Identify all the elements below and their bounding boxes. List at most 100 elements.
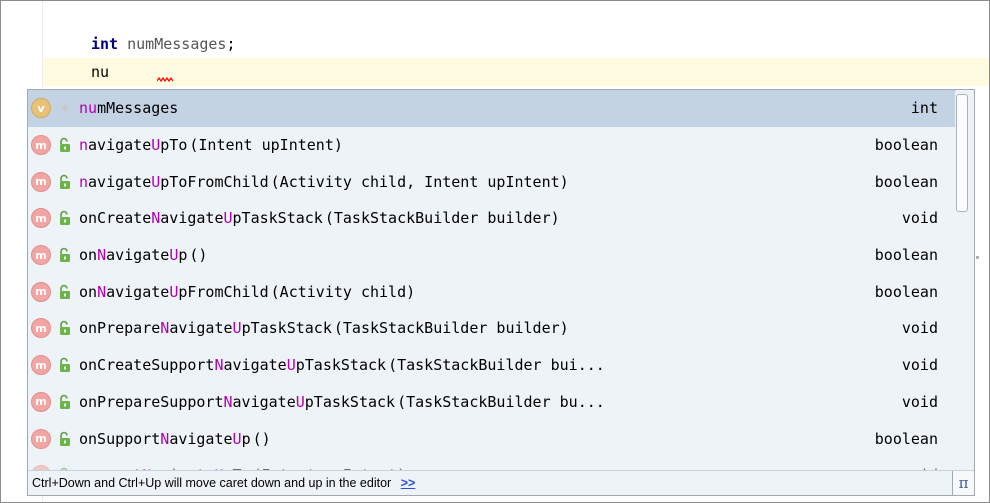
completion-item-params: () [252, 429, 271, 448]
footer-hint: Ctrl+Down and Ctrl+Up will move caret do… [32, 476, 392, 490]
name-part: p [241, 429, 251, 448]
completion-item-type: boolean [874, 282, 938, 301]
method-icon: m [31, 208, 51, 229]
name-part: mMessages [97, 99, 179, 118]
popup-scrollbar[interactable] [955, 92, 969, 467]
footer-more-link[interactable]: >> [401, 476, 416, 490]
completion-item-type: void [901, 209, 938, 228]
match-highlight: N [160, 319, 170, 338]
name-part: on [79, 246, 98, 265]
match-highlight: N [160, 429, 170, 448]
completion-item[interactable]: m onPrepareNavigateUpTaskStack (TaskStack… [28, 310, 956, 347]
name-part: avigate [88, 172, 152, 191]
completion-item-params: (TaskStackBuilder bu... [397, 392, 605, 411]
unlocked-visibility-icon [55, 208, 75, 228]
method-icon: m [31, 281, 51, 302]
match-highlight: U [223, 209, 233, 228]
match-highlight: n [79, 172, 89, 191]
name-part: pTaskStack [232, 209, 323, 228]
method-icon: m [31, 391, 51, 412]
name-part: pTaskStack [295, 356, 387, 375]
method-icon: m [31, 245, 51, 266]
completion-item-name: onCreateNavigateUpTaskStack [79, 209, 323, 227]
variable-icon: v [31, 98, 51, 119]
method-icon: m [31, 428, 51, 449]
completion-item-name: onNavigateUpFromChild [79, 283, 269, 301]
completion-item[interactable]: m onCreateSupportNavigateUpTaskStack (Tas… [28, 347, 956, 384]
name-part: avigate [169, 319, 233, 338]
field-dot-icon [55, 98, 75, 118]
completion-item[interactable]: m onSupportNavigateUp () boolean [28, 420, 956, 457]
name-part: avigate [106, 282, 170, 301]
name-part: onPrepareSupport [79, 392, 224, 411]
name-part: onSupport [79, 429, 161, 448]
method-icon: m [31, 135, 51, 156]
unlocked-visibility-icon [55, 135, 75, 155]
unlocked-visibility-icon [55, 318, 75, 338]
unlocked-visibility-icon [55, 172, 75, 192]
completion-item[interactable]: m onNavigateUp () boolean [28, 237, 956, 274]
unlocked-visibility-icon [55, 282, 75, 302]
name-part: on [79, 282, 98, 301]
statement-terminator: ; [226, 35, 236, 53]
completion-item[interactable]: m navigateUpToFromChild (Activity child, … [28, 163, 956, 200]
error-squiggle-icon [157, 77, 173, 83]
name-part: pToFromChild [160, 172, 269, 191]
name-part: p [178, 246, 188, 265]
match-highlight: n [79, 136, 89, 155]
completion-item-name: numMessages [79, 99, 178, 117]
match-highlight: N [214, 356, 224, 375]
completion-item[interactable]: msupportNavigateUpTo (Intent upIntent)vo… [28, 457, 956, 470]
match-highlight: U [232, 319, 242, 338]
name-part: pTo [160, 136, 188, 155]
completion-item-type: boolean [874, 429, 938, 448]
match-highlight: U [151, 172, 161, 191]
name-part: onCreate [79, 209, 152, 228]
editor-window: int numMessages; nu v numMessages int m navi… [0, 0, 990, 503]
match-highlight: U [232, 429, 242, 448]
field-identifier: numMessages [127, 35, 227, 53]
code-line-current[interactable]: nu [43, 58, 989, 86]
match-highlight: U [286, 356, 296, 375]
completion-item-name: onPrepareNavigateUpTaskStack [79, 319, 332, 337]
completion-item-params: (Activity child, Intent upIntent) [270, 172, 569, 191]
unlocked-visibility-icon [55, 392, 75, 412]
completion-item-type: void [901, 356, 938, 375]
code-line-declaration[interactable]: int numMessages; [43, 30, 989, 58]
name-part: onPrepare [79, 319, 161, 338]
completion-popup: v numMessages int m navigateUpTo (Intent upI… [27, 89, 975, 496]
match-highlight: nu [79, 99, 98, 118]
completion-item[interactable]: v numMessages int [28, 90, 956, 127]
completion-item-name: onCreateSupportNavigateUpTaskStack [79, 356, 386, 374]
type-keyword: int [91, 35, 119, 53]
match-highlight: N [151, 209, 161, 228]
completion-item[interactable]: m onCreateNavigateUpTaskStack (TaskStackB… [28, 200, 956, 237]
match-highlight: U [169, 282, 179, 301]
completion-item-params: (TaskStackBuilder bui... [388, 356, 605, 375]
editor-edge-marker [976, 256, 979, 259]
completion-item[interactable]: m onNavigateUpFromChild (Activity child) b… [28, 273, 956, 310]
completion-item-type: int [910, 99, 938, 118]
unlocked-visibility-icon [55, 245, 75, 265]
pi-icon[interactable]: π [952, 471, 974, 495]
name-part: onCreateSupport [79, 356, 215, 375]
completion-item-params: (Intent upIntent) [189, 136, 343, 155]
name-part: avigate [106, 246, 170, 265]
completion-item[interactable]: m navigateUpTo (Intent upIntent) boolean [28, 127, 956, 164]
completion-item-type: boolean [874, 172, 938, 191]
match-highlight: N [97, 246, 107, 265]
completion-list: v numMessages int m navigateUpTo (Intent upI… [28, 90, 956, 470]
completion-item[interactable]: m onPrepareSupportNavigateUpTaskStack (Ta… [28, 384, 956, 421]
match-highlight: N [223, 392, 233, 411]
completion-item-name: navigateUpTo [79, 136, 187, 154]
completion-item-type: boolean [874, 136, 938, 155]
name-part: pTaskStack [241, 319, 332, 338]
completion-item-name: onSupportNavigateUp [79, 430, 251, 448]
name-part: avigate [169, 429, 233, 448]
name-part: avigate [160, 209, 224, 228]
name-part: pTaskStack [304, 392, 396, 411]
scrollbar-thumb[interactable] [956, 94, 968, 212]
unlocked-visibility-icon [55, 355, 75, 375]
completion-item-type: boolean [874, 246, 938, 265]
name-part: pFromChild [178, 282, 269, 301]
